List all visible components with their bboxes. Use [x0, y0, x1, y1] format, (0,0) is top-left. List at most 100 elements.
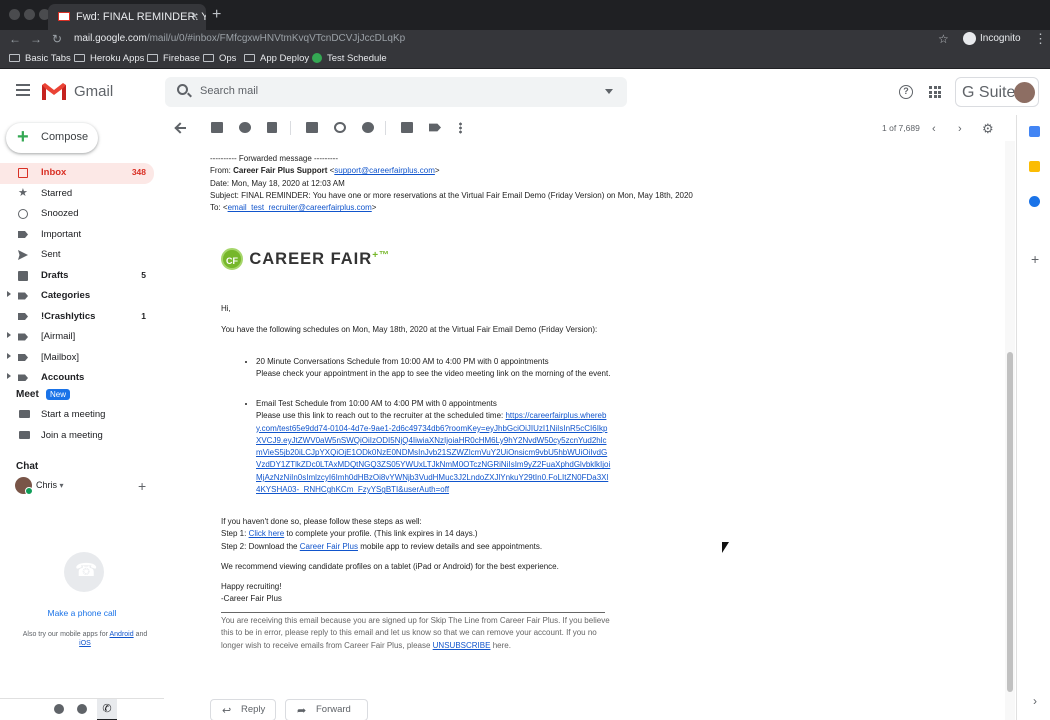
reload-icon[interactable]: ↻	[52, 32, 62, 46]
sidebar-item-crashlytics[interactable]: !Crashlytics 1	[0, 307, 154, 328]
browser-menu-icon[interactable]: ⋮	[1034, 31, 1047, 47]
android-link[interactable]: Android	[109, 631, 133, 638]
scrollbar-thumb[interactable]	[1007, 352, 1013, 692]
archive-icon[interactable]	[211, 122, 223, 133]
compose-button[interactable]: + Compose	[6, 123, 98, 153]
email-subject: Subject: FINAL REMINDER: You have one or…	[210, 190, 693, 200]
more-options-icon[interactable]	[459, 122, 462, 134]
crashlytics-count: 1	[141, 310, 146, 321]
browser-tab-gmail[interactable]: Fwd: FINAL REMINDER: You ha ×	[48, 4, 206, 30]
recommendation: We recommend viewing candidate profiles …	[221, 562, 559, 571]
back-to-inbox-icon[interactable]	[176, 127, 186, 129]
hangouts-icon[interactable]	[77, 704, 87, 714]
incognito-indicator[interactable]: Incognito	[963, 32, 1021, 45]
drafts-count: 5	[141, 269, 146, 280]
phone-tab-icon[interactable]: ✆	[97, 699, 117, 720]
window-close-button[interactable]	[9, 9, 20, 20]
bookmark-app-deploy[interactable]: App Deploy	[244, 53, 309, 64]
gsuite-label: G Suite	[962, 84, 1016, 101]
expand-arrow-icon[interactable]	[7, 291, 11, 297]
sidebar-item-starred[interactable]: ★ Starred	[0, 184, 154, 205]
label-icon	[18, 333, 28, 341]
gear-icon[interactable]: ⚙	[982, 121, 994, 137]
window-minimize-button[interactable]	[24, 9, 35, 20]
url-field[interactable]: mail.google.com/mail/u/0/#inbox/FMfcgxwH…	[74, 33, 405, 44]
sidebar-item-categories[interactable]: Categories	[0, 286, 154, 307]
search-bar[interactable]	[165, 77, 627, 107]
move-to-icon[interactable]	[401, 122, 413, 133]
delete-icon[interactable]	[267, 122, 277, 133]
ios-link[interactable]: iOS	[79, 640, 91, 647]
recipient-email-link[interactable]: email_test_recruiter@careerfairplus.com	[228, 203, 372, 212]
get-addons-icon[interactable]: +	[1031, 251, 1039, 267]
search-options-icon[interactable]	[605, 89, 613, 94]
chevron-down-icon: ▾	[59, 480, 64, 490]
signoff: Happy recruiting! -Career Fair Plus	[221, 582, 282, 604]
sidebar-item-mailbox[interactable]: [Mailbox]	[0, 348, 154, 369]
snooze-icon[interactable]	[334, 122, 346, 133]
bookmark-star-icon[interactable]: ☆	[938, 32, 949, 46]
reply-button[interactable]: ↩ Reply	[210, 699, 276, 720]
sidebar-item-drafts[interactable]: Drafts 5	[0, 266, 154, 287]
keep-icon[interactable]	[1029, 161, 1040, 172]
help-icon[interactable]: ?	[899, 85, 913, 99]
sender-email-link[interactable]: support@careerfairplus.com	[334, 166, 435, 175]
forward-arrow-icon[interactable]: →	[30, 32, 42, 46]
tasks-icon[interactable]	[1029, 196, 1040, 207]
cf-badge: CF	[221, 248, 243, 270]
forward-button[interactable]: ➦ Forward	[285, 699, 368, 720]
gmail-brand[interactable]: Gmail	[74, 83, 113, 100]
bookmark-ops[interactable]: Ops	[203, 53, 236, 64]
make-phone-call-link[interactable]: Make a phone call	[0, 608, 164, 618]
search-input[interactable]	[200, 85, 580, 97]
bookmark-firebase[interactable]: Firebase	[147, 53, 200, 64]
join-meeting-button[interactable]: Join a meeting	[19, 430, 103, 441]
back-arrow-icon[interactable]: ←	[9, 32, 21, 46]
bookmark-heroku-apps[interactable]: Heroku Apps	[74, 53, 144, 64]
sidebar-item-accounts[interactable]: Accounts	[0, 368, 154, 381]
sidebar-item-snoozed[interactable]: Snoozed	[0, 204, 154, 225]
bookmarks-bar: Basic Tabs Heroku Apps Firebase Ops App …	[0, 49, 1050, 69]
unsubscribe-link[interactable]: UNSUBSCRIBE	[433, 641, 491, 650]
email-date: Date: Mon, May 18, 2020 at 12:03 AM	[210, 178, 345, 188]
contacts-icon[interactable]	[54, 704, 64, 714]
sidebar-item-inbox[interactable]: Inbox 348	[0, 163, 154, 184]
career-fair-plus-link[interactable]: Career Fair Plus	[300, 542, 358, 551]
bookmark-test-schedule[interactable]: Test Schedule	[312, 53, 387, 64]
video-camera-icon	[19, 410, 30, 418]
sidebar-item-airmail[interactable]: [Airmail]	[0, 327, 154, 348]
bookmark-basic-tabs[interactable]: Basic Tabs	[9, 53, 71, 64]
sidebar-bottom-tabs: ✆	[0, 698, 164, 720]
show-side-panel-icon[interactable]: ›	[1033, 694, 1037, 708]
footer-divider	[221, 612, 605, 613]
new-tab-button[interactable]: +	[212, 6, 221, 24]
meeting-room-link[interactable]: https://careerfairplus.whereby.com/test6…	[256, 411, 610, 494]
tab-close-icon[interactable]: ×	[191, 9, 198, 23]
expand-arrow-icon[interactable]	[7, 332, 11, 338]
chat-user-menu[interactable]: Chris ▾	[15, 477, 64, 495]
compose-plus-icon: +	[17, 126, 29, 148]
side-panel: + ›	[1016, 115, 1050, 720]
sidebar-item-important[interactable]: Important	[0, 225, 154, 246]
report-spam-icon[interactable]	[239, 122, 251, 133]
scrollbar[interactable]	[1005, 141, 1015, 720]
expand-arrow-icon[interactable]	[7, 352, 11, 359]
calendar-icon[interactable]	[1029, 126, 1040, 137]
sidebar-item-sent[interactable]: Sent	[0, 245, 154, 266]
avatar[interactable]	[1014, 82, 1035, 103]
star-icon: ★	[18, 186, 28, 199]
new-chat-button[interactable]: +	[138, 478, 146, 494]
start-meeting-button[interactable]: Start a meeting	[19, 409, 105, 420]
older-chevron-icon[interactable]: ›	[958, 123, 962, 135]
incognito-label: Incognito	[980, 33, 1021, 45]
mark-unread-icon[interactable]	[306, 122, 318, 133]
newer-chevron-icon[interactable]: ‹	[932, 123, 936, 135]
account-switcher[interactable]: G Suite	[955, 77, 1039, 107]
main-menu-icon[interactable]	[16, 84, 30, 99]
labels-icon[interactable]	[429, 123, 441, 132]
click-here-link[interactable]: Click here	[249, 529, 285, 538]
apps-grid-icon[interactable]	[929, 86, 941, 98]
expand-arrow-icon[interactable]	[7, 373, 11, 379]
add-to-tasks-icon[interactable]	[362, 122, 374, 133]
search-icon[interactable]	[177, 84, 188, 95]
